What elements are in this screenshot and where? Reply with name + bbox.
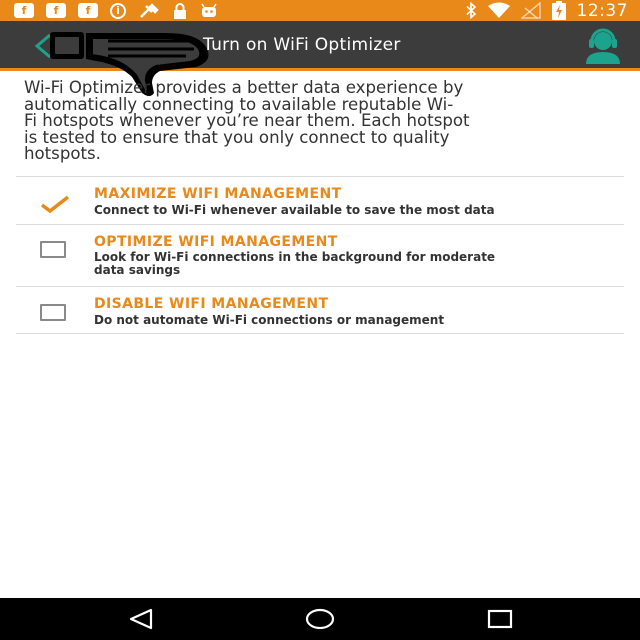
checkbox[interactable]: [40, 241, 66, 258]
android-icon: [200, 3, 218, 19]
facebook-icon: f: [78, 3, 98, 18]
option-description: Do not automate Wi-Fi connections or man…: [94, 313, 445, 327]
info-icon: i: [110, 2, 126, 19]
option-disable[interactable]: DISABLE WIFI MANAGEMENT Do not automate …: [16, 286, 624, 334]
intro-line: is tested to ensure that you only connec…: [24, 127, 450, 147]
home-circle-icon: [305, 608, 335, 630]
clock: 12:37: [576, 0, 628, 21]
status-bar: f f f i 12:37: [0, 0, 640, 21]
option-title: MAXIMIZE WIFI MANAGEMENT: [94, 186, 342, 202]
option-description: Connect to Wi-Fi whenever available to s…: [94, 203, 495, 217]
support-agent-icon: [586, 28, 620, 64]
bluetooth-icon: [465, 1, 477, 20]
option-description-line: Look for Wi-Fi connections in the backgr…: [94, 250, 496, 264]
facebook-icon: f: [14, 3, 34, 18]
nav-back-button[interactable]: [127, 607, 155, 631]
support-button[interactable]: [583, 28, 623, 64]
option-description-line: data savings: [94, 262, 181, 277]
facebook-icon: f: [46, 3, 66, 18]
wifi-icon: [487, 2, 511, 19]
tools-icon: [138, 2, 160, 19]
notification-icons: f f f i: [14, 2, 218, 19]
option-description: Look for Wi-Fi connections in the backgr…: [94, 251, 604, 276]
lock-icon: [172, 2, 188, 19]
navigation-bar: [0, 598, 640, 640]
option-title: OPTIMIZE WIFI MANAGEMENT: [94, 234, 338, 250]
no-signal-icon: [519, 1, 541, 19]
system-icons: 12:37: [465, 0, 629, 21]
checkmark-icon: [40, 195, 70, 214]
wifi-management-options: MAXIMIZE WIFI MANAGEMENT Connect to Wi-F…: [16, 176, 624, 334]
checkbox[interactable]: [40, 304, 66, 321]
option-title: DISABLE WIFI MANAGEMENT: [94, 296, 329, 312]
nav-recents-button[interactable]: [486, 607, 514, 631]
back-triangle-icon: [129, 608, 153, 630]
nav-home-button[interactable]: [305, 607, 335, 631]
battery-charging-icon: [551, 1, 567, 20]
option-maximize[interactable]: MAXIMIZE WIFI MANAGEMENT Connect to Wi-F…: [16, 176, 624, 224]
app-bar: Turn on WiFi Optimizer: [0, 21, 640, 96]
recents-square-icon: [487, 609, 513, 629]
intro-paragraph: Wi-Fi Optimizer provides a better data e…: [24, 79, 624, 164]
option-optimize[interactable]: OPTIMIZE WIFI MANAGEMENT Look for Wi-Fi …: [16, 224, 624, 286]
page-title: Turn on WiFi Optimizer: [203, 35, 401, 55]
intro-line: hotspots.: [24, 144, 101, 164]
